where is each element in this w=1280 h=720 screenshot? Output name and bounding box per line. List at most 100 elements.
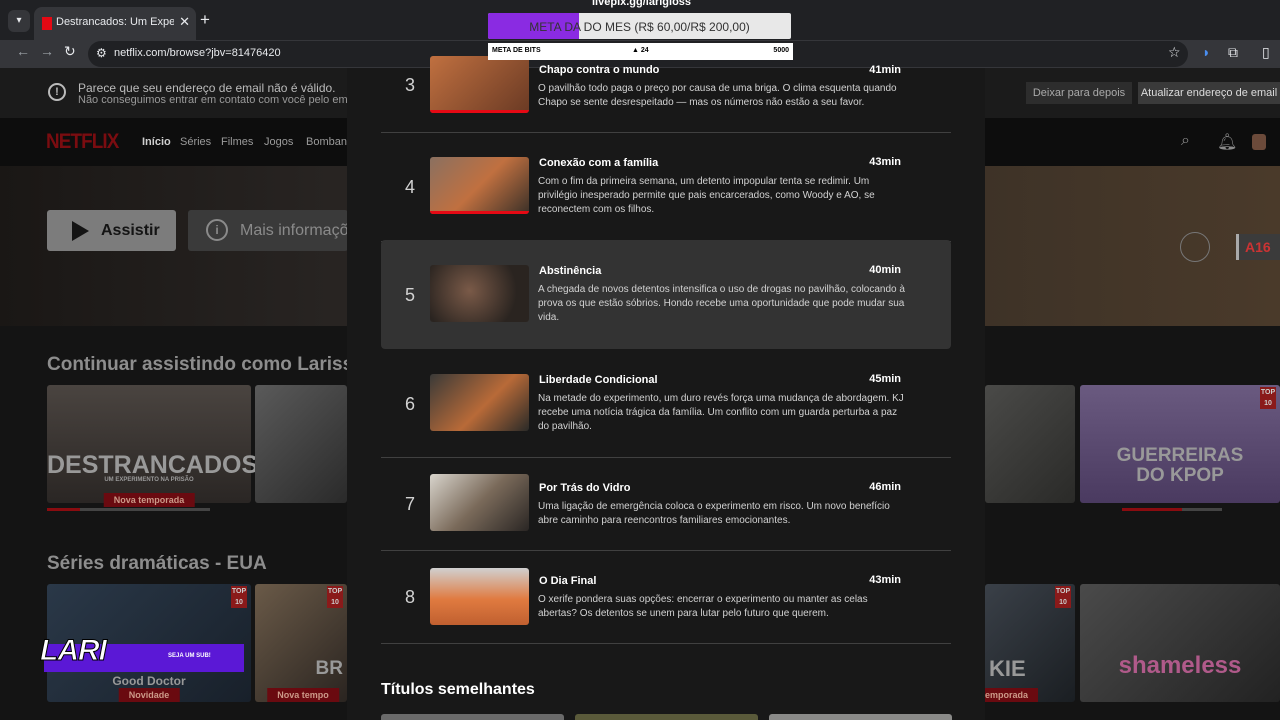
episode-title: Por Trás do Vidro [539,482,631,494]
mute-toggle[interactable] [1180,232,1210,262]
top10-badge: TOP 10 [1055,586,1071,608]
episode-title: O Dia Final [539,575,597,587]
card-title: DO KPOP [1136,465,1224,486]
netflix-logo[interactable]: NETFLIX [46,130,119,154]
nav-series[interactable]: Séries [180,136,211,148]
watch-progress [1122,508,1222,511]
episode-description: O pavilhão todo paga o preço por causa d… [538,83,897,108]
episode-duration: 43min [869,574,901,586]
episode-duration: 45min [869,373,901,385]
reload-icon[interactable]: ↻ [64,43,76,60]
livepix-url: livepix.gg/larigloss [592,0,692,8]
episode-description: Uma ligação de emergência coloca o exper… [538,501,890,526]
drama-art [985,385,1075,503]
similar-title-card[interactable] [769,714,952,720]
episode-item[interactable]: 8 O Dia Final 43min O xerife pondera sua… [381,551,951,644]
warning-icon: ▲ [632,47,639,54]
similar-title-card[interactable] [381,714,564,720]
episode-description: A chegada de novos detentos intensifica … [538,284,905,323]
nav-home[interactable]: Início [142,136,171,148]
bits-target: 5000 [773,47,789,54]
thriller-art [255,385,347,503]
episode-thumbnail [430,56,529,113]
streamer-logo: LARI [40,634,108,668]
notifications-bell-icon[interactable]: 🔔︎ [1217,132,1237,152]
search-icon[interactable]: ⌕ [1181,132,1190,150]
new-badge: Novidade [118,688,180,702]
episode-item[interactable]: 4 Conexão com a família 43min Com o fim … [381,133,951,242]
browser-tab[interactable]: Destrancados: Um Experimento ✕ [34,7,196,40]
card-title: DESTRANCADOS [47,451,259,479]
tab-title: Destrancados: Um Experimento [56,16,174,28]
card-shameless[interactable]: shameless [1080,584,1280,702]
tab-close-icon[interactable]: ✕ [179,14,190,30]
netflix-favicon-icon [42,17,52,30]
later-button[interactable]: Deixar para depois [1026,82,1132,104]
drama-row-title: Séries dramáticas - EUA [47,553,267,574]
bits-goal-bar: META DE BITS ▲ 24 5000 [488,43,793,60]
episode-thumbnail [430,265,529,322]
new-tab-icon[interactable]: + [200,10,210,30]
site-info-icon[interactable]: ⚙ [96,46,107,60]
similar-title-card[interactable] [575,714,758,720]
banner-submessage: Não conseguimos entrar em contato com vo… [78,94,381,106]
tab-search-icon[interactable]: ▾ [8,10,30,32]
info-icon: ! [48,83,66,101]
banner-message: Parece que seu endereço de email não é v… [78,81,336,95]
update-email-button[interactable]: Atualizar endereço de email [1138,82,1280,104]
card-drama[interactable] [985,385,1075,503]
card-title: KIE [989,656,1026,681]
play-button[interactable]: Assistir [47,210,176,251]
episode-duration: 46min [869,481,901,493]
episode-item-selected[interactable]: 5 Abstinência 40min A chegada de novos d… [381,240,951,349]
maturity-rating: A16 [1236,234,1280,260]
nav-games[interactable]: Jogos [264,136,293,148]
profile-avatar[interactable] [1252,134,1266,150]
extension-icon[interactable]: ◗ [1202,44,1210,60]
bits-label: META DE BITS [492,47,541,54]
top10-badge: TOP 10 [231,586,247,608]
new-season-badge: Nova temporada [103,493,195,507]
card-destrancados[interactable]: DESTRANCADOS UM EXPERIMENTO NA PRISÃO No… [47,385,259,507]
bits-count: 24 [640,47,649,54]
episode-description: Com o fim da primeira semana, um detento… [538,176,875,215]
bits-value: ▲ 24 [632,47,649,54]
more-info-button[interactable]: i Mais informações [188,210,365,251]
card-kpop[interactable]: TOP 10 GUERREIRAS DO KPOP [1080,385,1280,503]
episode-title: Conexão com a família [539,157,659,169]
card-br[interactable]: TOP 10 BR Nova tempo [255,584,347,702]
sidebar-icon[interactable]: ▯ [1262,44,1270,61]
episode-thumbnail [430,474,529,531]
card-title: BR [315,658,343,679]
top10-badge: TOP 10 [327,586,343,608]
episode-title: Liberdade Condicional [539,374,658,386]
card-thriller[interactable] [255,385,347,503]
episode-thumbnail [430,568,529,625]
episode-item[interactable]: 7 Por Trás do Vidro 46min Uma ligação de… [381,458,951,551]
new-season-badge: Nova tempo [267,688,339,702]
episode-title: Abstinência [539,265,602,277]
nav-movies[interactable]: Filmes [221,136,253,148]
card-subtitle: UM EXPERIMENTO NA PRISÃO [104,477,194,483]
episode-description: O xerife pondera suas opções: encerrar o… [538,594,868,619]
episode-title: Chapo contra o mundo [539,64,660,76]
url-text: netflix.com/browse?jbv=81476420 [114,47,281,59]
card-title: shameless [1118,652,1242,679]
back-icon[interactable]: ← [16,43,30,59]
forward-icon[interactable]: → [40,43,54,59]
continue-watching-title: Continuar assistindo como Larissa D [47,354,383,375]
episode-item[interactable]: 6 Liberdade Condicional 45min Na metade … [381,349,951,458]
episode-duration: 41min [869,64,901,76]
card-title: GUERREIRAS [1116,445,1244,466]
play-label: Assistir [101,222,160,239]
top10-badge: TOP 10 [1260,387,1276,409]
card-rookie[interactable]: TOP 10 KIE temporada [971,584,1075,702]
shameless-art [1080,584,1280,702]
bookmark-star-icon[interactable]: ☆ [1168,44,1181,61]
card-title: Good Doctor [112,674,186,688]
episode-description: Na metade do experimento, um duro revés … [538,393,904,432]
goal-text: META DA DO MES (R$ 60,00/R$ 200,00) [529,20,750,34]
extensions-puzzle-icon[interactable]: ⧉ [1228,44,1238,61]
episode-duration: 40min [869,264,901,276]
destrancados-art [47,385,251,503]
